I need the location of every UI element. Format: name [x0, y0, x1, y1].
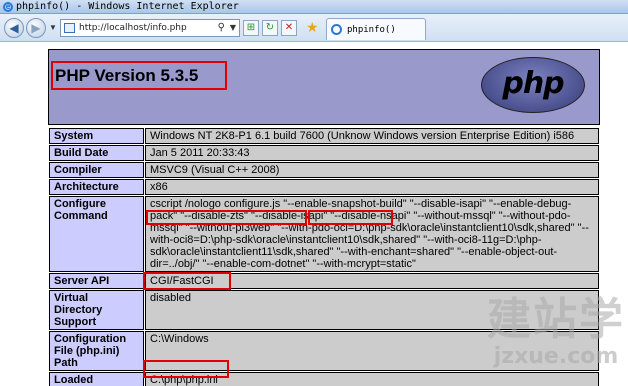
- row-value: Windows NT 2K8-P1 6.1 build 7600 (Unknow…: [145, 128, 599, 144]
- row-value: Jan 5 2011 20:33:43: [145, 145, 599, 161]
- back-button[interactable]: ◀: [4, 18, 24, 38]
- refresh-button[interactable]: ↻: [262, 20, 278, 36]
- forward-button[interactable]: ▶: [26, 18, 46, 38]
- table-row: System Windows NT 2K8-P1 6.1 build 7600 (…: [49, 128, 599, 144]
- row-label: Configuration File (php.ini) Path: [49, 331, 144, 371]
- history-dropdown-icon[interactable]: ▼: [49, 23, 57, 32]
- table-row: Compiler MSVC9 (Visual C++ 2008): [49, 162, 599, 178]
- row-label: Architecture: [49, 179, 144, 195]
- row-value: cscript /nologo configure.js "--enable-s…: [145, 196, 599, 272]
- watermark-url: jzxue.com: [493, 344, 619, 369]
- page-icon: [64, 23, 75, 33]
- address-url[interactable]: http://localhost/info.php: [79, 23, 187, 33]
- page-content: PHP Version 5.3.5 php System Windows NT 2…: [0, 43, 628, 386]
- highlight-version: [51, 61, 227, 90]
- table-row: Configure Command cscript /nologo configu…: [49, 196, 599, 272]
- row-label: Compiler: [49, 162, 144, 178]
- site-watermark: 建站学 jzxue.com: [486, 295, 626, 385]
- table-row: Build Date Jan 5 2011 20:33:43: [49, 145, 599, 161]
- ie-tab-icon: [331, 24, 342, 35]
- tab-title: phpinfo(): [347, 25, 396, 35]
- watermark-text: 建站学: [487, 294, 625, 345]
- row-value: MSVC9 (Visual C++ 2008): [145, 162, 599, 178]
- highlight-without-mssql: [308, 210, 393, 225]
- table-row: Server API CGI/FastCGI: [49, 273, 599, 289]
- row-label: Loaded Configuration: [49, 372, 144, 386]
- row-value: x86: [145, 179, 599, 195]
- row-label: Build Date: [49, 145, 144, 161]
- row-label: Configure Command: [49, 196, 144, 272]
- highlight-loaded-config: [143, 360, 229, 378]
- table-row: Architecture x86: [49, 179, 599, 195]
- browser-toolbar: ◀ ▶ ▼ http://localhost/info.php ⚲ ▼ ⊞ ↻ …: [0, 14, 628, 42]
- window-title: phpinfo() - Windows Internet Explorer: [16, 1, 239, 12]
- row-label: System: [49, 128, 144, 144]
- highlight-server-api: [143, 272, 231, 290]
- chevron-down-icon[interactable]: ▼: [230, 20, 236, 36]
- address-bar[interactable]: http://localhost/info.php ⚲ ▼: [60, 19, 240, 37]
- tab-phpinfo[interactable]: phpinfo(): [326, 18, 426, 40]
- stop-button[interactable]: ✕: [281, 20, 297, 36]
- row-label: Virtual Directory Support: [49, 290, 144, 330]
- favorites-star-icon[interactable]: ★: [306, 19, 319, 36]
- row-label: Server API: [49, 273, 144, 289]
- php-logo: php: [481, 57, 585, 113]
- compatibility-view-button[interactable]: ⊞: [243, 20, 259, 36]
- highlight-disable-isapi-nsapi: [146, 210, 307, 225]
- ie-logo-icon: e: [3, 2, 13, 12]
- window-title-bar: e phpinfo() - Windows Internet Explorer: [0, 0, 628, 14]
- search-icon[interactable]: ⚲: [218, 20, 225, 36]
